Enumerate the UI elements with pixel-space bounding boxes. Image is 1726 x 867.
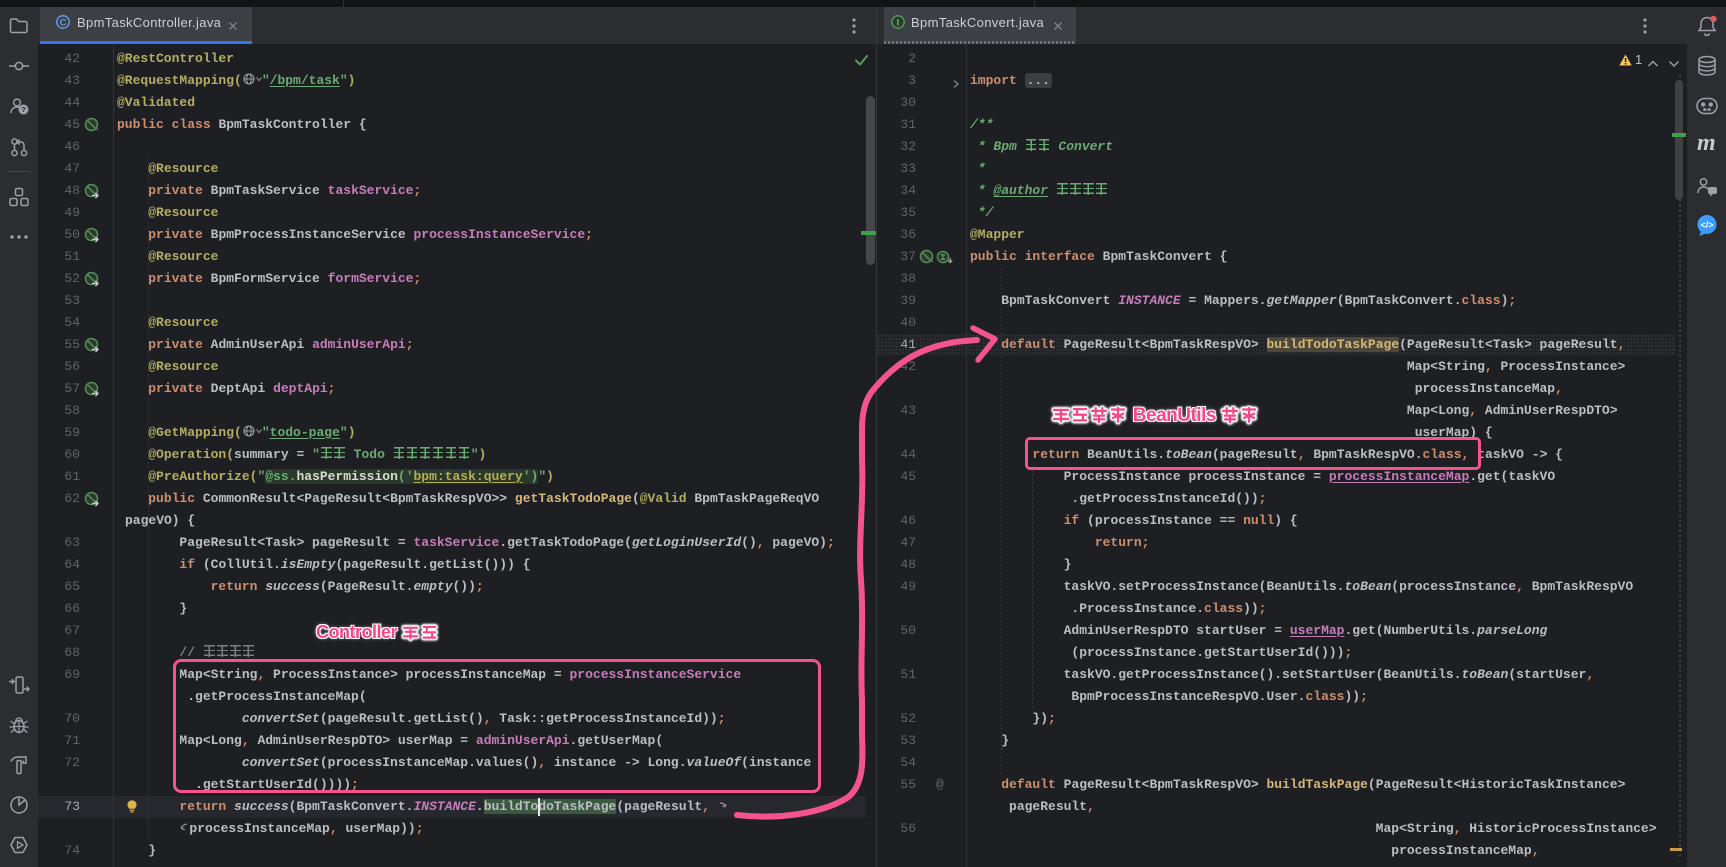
svg-text:C: C: [60, 17, 67, 28]
svg-text:I: I: [897, 17, 900, 28]
svg-text:?: ?: [21, 105, 26, 114]
svg-text:</>: </>: [1700, 220, 1713, 230]
